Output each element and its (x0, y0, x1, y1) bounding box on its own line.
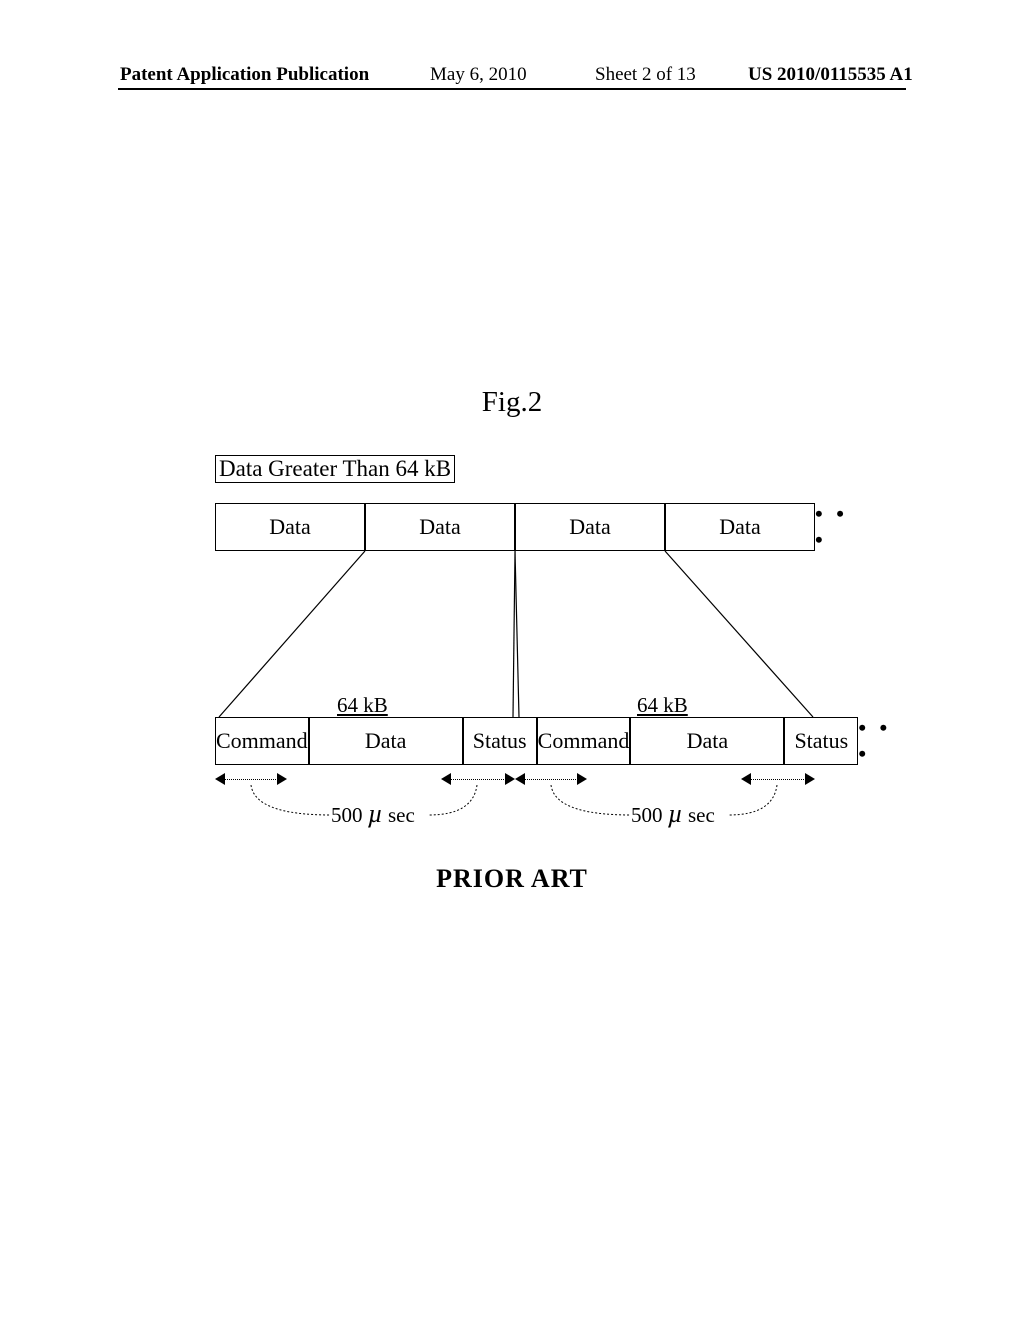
header-divider (118, 88, 906, 90)
bottom-data-cell: Data (309, 717, 463, 765)
diagram: Data Data Data Data • • • 64 kB 64 kB Co… (215, 495, 861, 845)
top-row: Data Data Data Data • • • (215, 503, 861, 551)
figure-label: Fig.2 (0, 386, 1024, 419)
top-data-cell: Data (665, 503, 815, 551)
header-publication: Patent Application Publication (120, 64, 369, 86)
command-cell: Command (537, 717, 631, 765)
usec-label: 500 µ sec (631, 799, 715, 829)
ellipsis: • • • (815, 503, 861, 551)
top-data-cell: Data (365, 503, 515, 551)
header-date: May 6, 2010 (430, 64, 527, 86)
kb-label: 64 kB (337, 693, 388, 718)
bottom-data-cell: Data (630, 717, 784, 765)
header-sheet: Sheet 2 of 13 (595, 64, 696, 86)
command-cell: Command (215, 717, 309, 765)
status-cell: Status (463, 717, 537, 765)
prior-art-label: PRIOR ART (0, 864, 1024, 894)
bottom-row: Command Data Status Command Data Status … (215, 717, 861, 765)
top-data-cell: Data (215, 503, 365, 551)
ellipsis: • • • (858, 717, 904, 765)
status-cell: Status (784, 717, 858, 765)
top-data-cell: Data (515, 503, 665, 551)
caption-box: Data Greater Than 64 kB (215, 455, 455, 483)
usec-label: 500 µ sec (331, 799, 415, 829)
header-pubno: US 2010/0115535 A1 (748, 64, 913, 86)
kb-label: 64 kB (637, 693, 688, 718)
